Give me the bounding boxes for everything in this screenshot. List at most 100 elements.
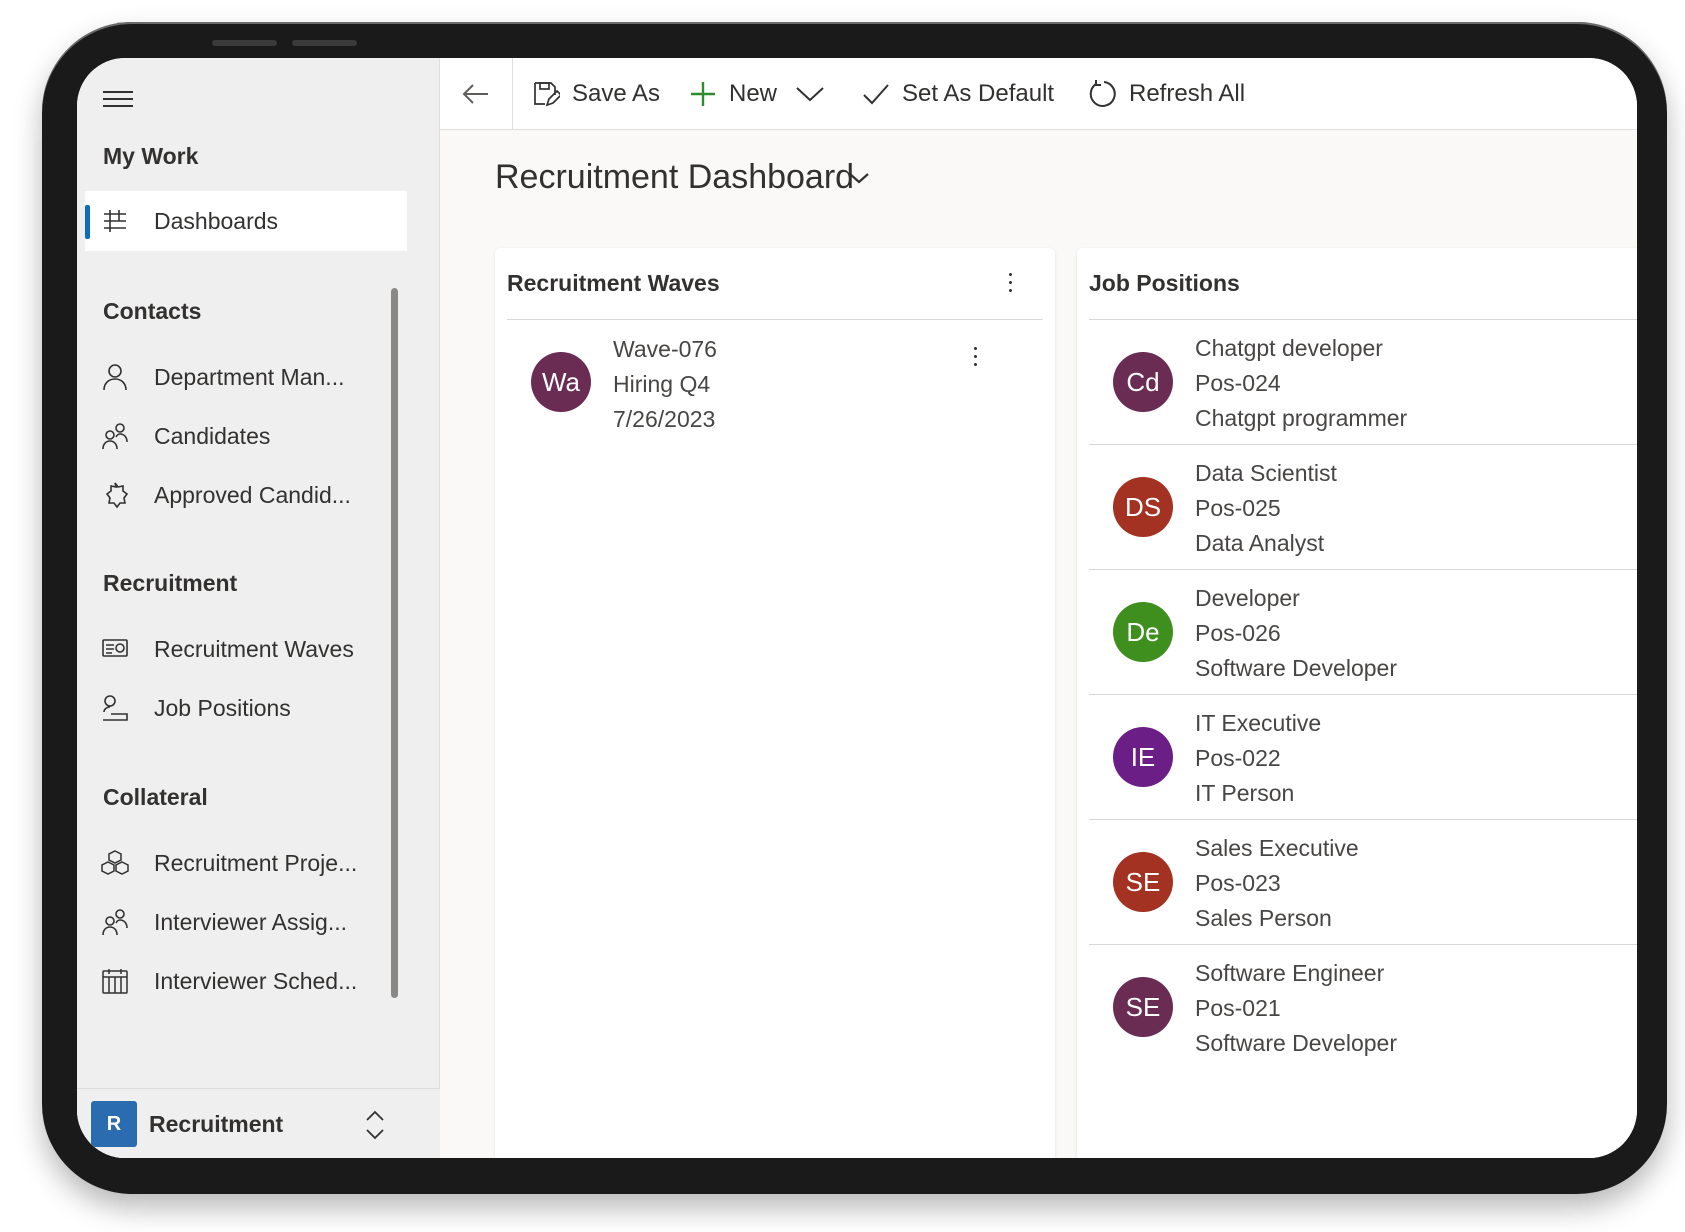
checkmark-icon xyxy=(863,84,889,105)
position-icon xyxy=(99,692,131,724)
new-label: New xyxy=(729,80,778,107)
volume-button xyxy=(292,40,357,46)
new-button[interactable]: New xyxy=(689,58,777,130)
sidebar-item-recruitment-waves[interactable]: Recruitment Waves xyxy=(77,619,407,679)
sidebar-item-label: Dashboards xyxy=(154,207,279,234)
sidebar-item-label: Recruitment Proje... xyxy=(154,849,358,876)
record-tertiary-text: Software Developer xyxy=(1195,655,1397,681)
avatar: Cd xyxy=(1113,352,1173,412)
dashboard-selector-chevron-icon[interactable] xyxy=(847,170,871,191)
list-item[interactable]: SE Sales Executive Pos-023 Sales Person xyxy=(1089,820,1637,945)
avatar: Wa xyxy=(531,352,591,412)
sidebar: My Work Dashboards Contacts Department M… xyxy=(77,58,440,1158)
list-item[interactable]: DS Data Scientist Pos-025 Data Analyst xyxy=(1089,445,1637,570)
sidebar-scrollbar[interactable] xyxy=(391,288,398,998)
sidebar-item-approved-candidates[interactable]: Approved Candid... xyxy=(77,465,407,525)
record-tertiary-text: Data Analyst xyxy=(1195,530,1325,556)
badge-icon xyxy=(99,479,131,511)
avatar: DS xyxy=(1113,477,1173,537)
avatar: De xyxy=(1113,602,1173,662)
record-primary-text: Developer xyxy=(1195,585,1300,611)
avatar: SE xyxy=(1113,852,1173,912)
record-secondary-text: Hiring Q4 xyxy=(613,371,711,397)
dashboard-title: Recruitment Dashboard xyxy=(495,158,855,196)
divider xyxy=(507,319,1043,320)
sidebar-item-label: Interviewer Sched... xyxy=(154,967,358,994)
avatar: IE xyxy=(1113,727,1173,787)
record-secondary-text: Pos-022 xyxy=(1195,745,1281,771)
sidebar-item-label: Recruitment Waves xyxy=(154,635,354,662)
record-primary-text: Sales Executive xyxy=(1195,835,1359,861)
card-title: Recruitment Waves xyxy=(507,270,720,296)
app-screen: My Work Dashboards Contacts Department M… xyxy=(77,58,1637,1158)
card-title: Job Positions xyxy=(1089,270,1240,296)
record-more-options-icon[interactable] xyxy=(965,342,985,374)
area-switcher[interactable]: R Recruitment xyxy=(77,1088,440,1158)
record-tertiary-text: Sales Person xyxy=(1195,905,1332,931)
save-as-icon xyxy=(534,82,560,107)
save-as-button[interactable]: Save As xyxy=(532,58,660,130)
chevron-up-down-icon xyxy=(362,1109,388,1146)
sidebar-item-label: Approved Candid... xyxy=(154,481,351,508)
back-button[interactable] xyxy=(440,58,513,130)
chevron-down-icon xyxy=(796,87,824,102)
record-primary-text: IT Executive xyxy=(1195,710,1322,736)
nav-group-title: Collateral xyxy=(103,784,208,810)
record-primary-text: Wave-076 xyxy=(613,336,717,362)
sidebar-item-interviewer-assignments[interactable]: Interviewer Assig... xyxy=(77,892,407,952)
record-tertiary-text: Chatgpt programmer xyxy=(1195,405,1408,431)
sidebar-item-job-positions[interactable]: Job Positions xyxy=(77,678,407,738)
dashboard-icon xyxy=(99,205,131,237)
people-icon xyxy=(99,906,131,938)
person-icon xyxy=(99,361,131,393)
record-primary-text: Chatgpt developer xyxy=(1195,335,1383,361)
plus-icon xyxy=(691,82,715,106)
avatar: SE xyxy=(1113,977,1173,1037)
record-secondary-text: Pos-023 xyxy=(1195,870,1281,896)
sidebar-item-interviewer-schedules[interactable]: Interviewer Sched... xyxy=(77,951,407,1011)
sidebar-item-recruitment-projects[interactable]: Recruitment Proje... xyxy=(77,833,407,893)
list-item[interactable]: SE Software Engineer Pos-021 Software De… xyxy=(1089,945,1637,1070)
record-tertiary-text: Software Developer xyxy=(1195,1030,1397,1056)
record-secondary-text: Pos-026 xyxy=(1195,620,1281,646)
set-as-default-button[interactable]: Set As Default xyxy=(862,58,1054,130)
record-tertiary-text: 7/26/2023 xyxy=(613,406,716,432)
refresh-all-label: Refresh All xyxy=(1129,80,1246,107)
command-bar: Save As New Set As Default Refresh All xyxy=(440,58,1637,130)
list-item[interactable]: IE IT Executive Pos-022 IT Person xyxy=(1089,695,1637,820)
job-positions-card: Job Positions Cd Chatgpt developer Pos-0… xyxy=(1077,248,1637,1158)
refresh-icon xyxy=(1089,80,1116,107)
record-secondary-text: Pos-021 xyxy=(1195,995,1281,1021)
list-item[interactable]: Cd Chatgpt developer Pos-024 Chatgpt pro… xyxy=(1089,320,1637,445)
nav-group-title: My Work xyxy=(103,143,199,169)
card-more-options-icon[interactable] xyxy=(1000,268,1020,300)
record-tertiary-text: IT Person xyxy=(1195,780,1295,806)
people-icon xyxy=(99,420,131,452)
calendar-icon xyxy=(99,965,131,997)
recruitment-waves-card: Recruitment Waves Wa Wave-076 Hiring Q4 … xyxy=(495,248,1055,1158)
sidebar-item-label: Interviewer Assig... xyxy=(154,908,348,935)
volume-button xyxy=(212,40,277,46)
sidebar-item-label: Job Positions xyxy=(154,694,291,721)
list-item[interactable]: De Developer Pos-026 Software Developer xyxy=(1089,570,1637,695)
record-primary-text: Software Engineer xyxy=(1195,960,1385,986)
sidebar-item-department-managers[interactable]: Department Man... xyxy=(77,347,407,407)
waves-icon xyxy=(99,633,131,665)
sidebar-item-candidates[interactable]: Candidates xyxy=(77,406,407,466)
sidebar-item-label: Candidates xyxy=(154,422,271,449)
sidebar-item-dashboards[interactable]: Dashboards xyxy=(85,191,407,251)
refresh-all-button[interactable]: Refresh All xyxy=(1087,58,1245,130)
save-as-label: Save As xyxy=(572,80,661,107)
nav-group-title: Contacts xyxy=(103,298,202,324)
hamburger-menu-icon[interactable] xyxy=(103,88,133,110)
area-badge: R xyxy=(91,1101,137,1147)
arrow-left-icon xyxy=(462,84,488,104)
sidebar-item-label: Department Man... xyxy=(154,363,345,390)
new-dropdown-button[interactable] xyxy=(795,58,825,130)
cubes-icon xyxy=(99,847,131,879)
record-primary-text: Data Scientist xyxy=(1195,460,1337,486)
set-as-default-label: Set As Default xyxy=(902,80,1055,107)
list-item[interactable]: Wa Wave-076 Hiring Q4 7/26/2023 xyxy=(507,324,1043,449)
area-label: Recruitment xyxy=(149,1111,284,1137)
record-secondary-text: Pos-024 xyxy=(1195,370,1281,396)
